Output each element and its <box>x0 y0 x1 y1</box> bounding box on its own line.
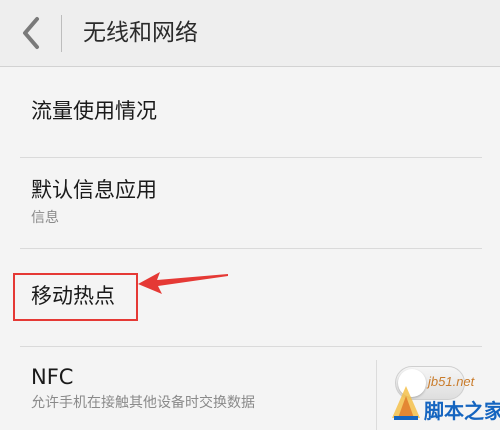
watermark-url: jb51.net <box>428 374 475 389</box>
list-item-title: NFC <box>31 365 74 389</box>
list-item-title: 默认信息应用 <box>31 178 157 202</box>
list-item-subtitle: 信息 <box>31 210 59 226</box>
list-item-subtitle: 允许手机在接触其他设备时交换数据 <box>31 395 255 411</box>
watermark: jb51.net 脚本之家 <box>388 368 500 430</box>
chevron-left-icon <box>23 17 39 49</box>
app-bar: 无线和网络 <box>0 0 500 67</box>
page-title: 无线和网络 <box>83 20 198 46</box>
arrow-left-icon <box>138 272 228 294</box>
watermark-name: 脚本之家 <box>424 399 500 423</box>
toggle-divider <box>376 360 377 430</box>
highlight-box <box>13 273 138 321</box>
list-item-title: 流量使用情况 <box>31 99 157 123</box>
list-item-default-sms-app[interactable]: 默认信息应用 信息 <box>0 158 500 248</box>
list-item-data-usage[interactable]: 流量使用情况 <box>0 67 500 157</box>
back-button[interactable] <box>8 9 54 57</box>
header-divider <box>61 15 62 52</box>
logo-icon <box>392 386 420 420</box>
